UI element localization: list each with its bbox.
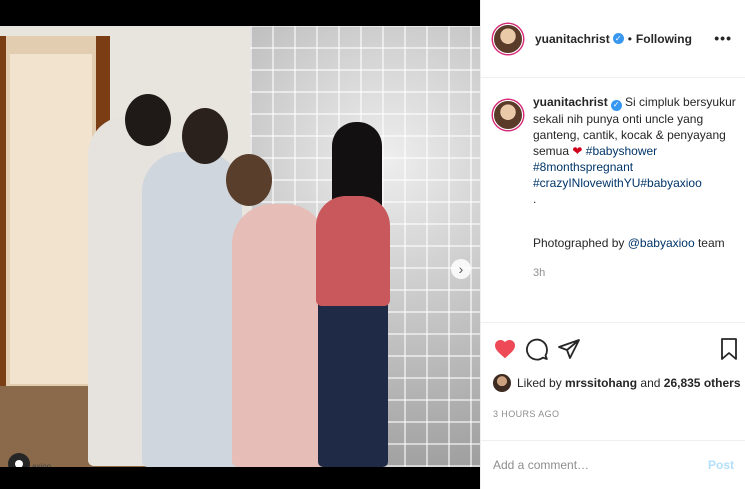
photo-person-1-head — [125, 94, 171, 146]
photo-person-3-head — [226, 154, 272, 206]
caption-credit: Photographed by @babyaxioo team — [533, 235, 738, 251]
hashtag-link[interactable]: #crazyINlovewithYU#babyaxioo — [533, 175, 738, 191]
bottom-black-bar — [0, 467, 480, 489]
avatar[interactable] — [493, 374, 511, 392]
bookmark-icon[interactable] — [717, 337, 741, 361]
comment-bubble-icon[interactable] — [525, 337, 549, 361]
header-separator: • — [627, 31, 632, 46]
caption: yuanitachrist ✓ Si cimpluk bersyukur seka… — [533, 94, 738, 281]
caption-dot: . — [533, 191, 537, 206]
photo-person-2 — [142, 152, 242, 467]
photo-person-2-head — [182, 108, 228, 164]
likes-count[interactable]: 26,835 others — [664, 376, 741, 390]
following-button[interactable]: Following — [636, 32, 692, 46]
post-header: yuanitachrist ✓ • Following ••• — [481, 0, 745, 78]
chevron-right-icon[interactable]: › — [451, 259, 471, 279]
mention-link[interactable]: @babyaxioo — [628, 236, 695, 250]
photo-person-3 — [232, 204, 326, 467]
avatar[interactable] — [493, 23, 523, 54]
post-timestamp[interactable]: 3 HOURS AGO — [493, 409, 559, 419]
caption-time[interactable]: 3h — [533, 265, 738, 281]
photo-person-4-top — [316, 196, 390, 306]
top-black-bar — [0, 0, 480, 26]
post-button[interactable]: Post — [708, 458, 734, 472]
avatar[interactable] — [493, 100, 523, 130]
comment-input[interactable] — [493, 458, 708, 472]
heart-filled-icon[interactable] — [493, 337, 517, 361]
paper-plane-icon[interactable] — [557, 337, 581, 361]
caption-username[interactable]: yuanitachrist — [533, 95, 608, 109]
hashtag-link[interactable]: #8monthspregnant — [533, 159, 738, 175]
post-photo[interactable]: › axioo — [0, 26, 480, 467]
header-username[interactable]: yuanitachrist — [535, 32, 610, 46]
verified-badge-icon: ✓ — [610, 99, 622, 111]
likes-summary: Liked by mrssitohang and 26,835 others — [493, 374, 741, 392]
comment-box: Post — [481, 440, 745, 489]
credit-prefix: Photographed by — [533, 235, 628, 250]
credit-suffix: team — [694, 235, 725, 250]
heart-emoji: ❤ — [572, 143, 583, 158]
likes-prefix: Liked by — [517, 376, 562, 390]
verified-badge-icon: ✓ — [612, 33, 624, 44]
action-bar — [481, 322, 745, 378]
post-side-panel: yuanitachrist ✓ • Following ••• yuanitac… — [480, 0, 745, 489]
likes-middle: and — [640, 376, 661, 390]
liker-username[interactable]: mrssitohang — [565, 376, 637, 390]
more-options-icon[interactable]: ••• — [714, 30, 732, 46]
hashtag-link[interactable]: #babyshower — [586, 144, 657, 158]
